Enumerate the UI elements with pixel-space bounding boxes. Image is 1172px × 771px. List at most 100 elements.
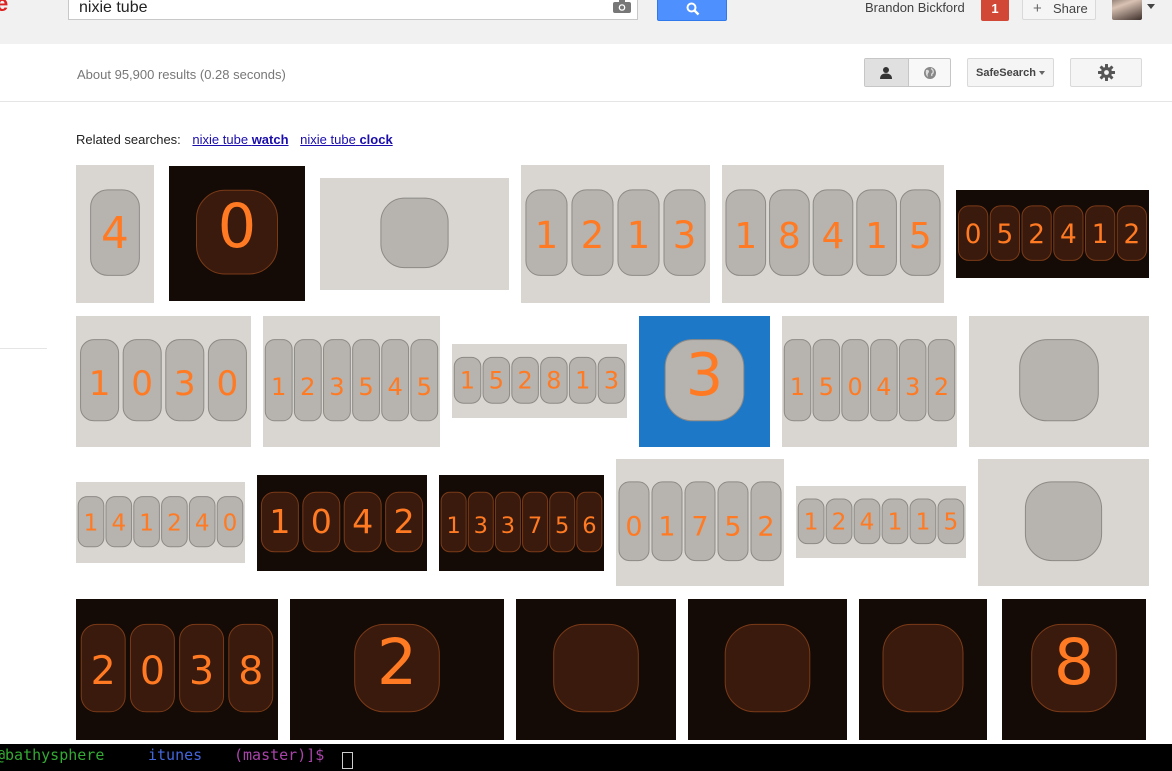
image-result[interactable]: 2 [290, 599, 504, 740]
image-result[interactable]: 8 [1002, 599, 1146, 740]
nixie-digit: 1 [865, 216, 888, 257]
globe-icon [924, 67, 936, 79]
personal-results-toggle [864, 58, 951, 87]
plus-icon: + [1033, 0, 1042, 17]
image-result[interactable]: 4 [76, 165, 154, 303]
share-label: Share [1053, 1, 1088, 16]
image-result[interactable]: 124115 [796, 486, 966, 558]
chevron-down-icon [1039, 71, 1045, 75]
nixie-digit: 8 [238, 648, 263, 694]
nixie-digit: 1 [269, 502, 290, 541]
terminal-branch: (master)]$ [234, 746, 325, 764]
image-thumbnail: 152813 [452, 344, 627, 418]
nixie-digit: 3 [174, 364, 196, 404]
nixie-digit: 5 [909, 216, 932, 257]
nixie-digit: 1 [271, 373, 286, 401]
safesearch-dropdown[interactable]: SafeSearch [967, 58, 1054, 87]
nixie-digit: 0 [311, 502, 332, 541]
image-thumbnail: 2038 [76, 599, 278, 740]
image-result[interactable]: 1030 [76, 316, 251, 447]
google-logo[interactable]: e [0, 0, 8, 15]
nixie-digit: 8 [1054, 625, 1094, 699]
nixie-digit: 1 [139, 511, 154, 537]
image-result[interactable] [978, 459, 1149, 586]
personal-results-button[interactable] [865, 59, 909, 86]
image-result[interactable] [516, 599, 676, 740]
image-thumbnail: 052412 [956, 190, 1149, 278]
image-result[interactable]: 152813 [452, 344, 627, 418]
related-link-bold: clock [359, 132, 393, 147]
image-thumbnail [859, 599, 987, 740]
image-result[interactable]: 01752 [616, 459, 784, 586]
image-result[interactable]: 18415 [722, 165, 944, 303]
image-thumbnail: 8 [1002, 599, 1146, 740]
nixie-digit: 6 [582, 513, 596, 539]
nixie-digit: 1 [888, 508, 903, 535]
settings-button[interactable] [1070, 58, 1142, 87]
nixie-digit: 1 [89, 364, 111, 404]
nixie-digit: 1 [446, 513, 460, 539]
chevron-down-icon[interactable] [1147, 4, 1155, 9]
nixie-digit: 1 [1092, 220, 1109, 250]
image-result[interactable]: 0 [169, 166, 305, 301]
nixie-digit: 1 [460, 367, 475, 395]
nixie-digit: 4 [822, 216, 845, 257]
nixie-digit: 4 [387, 373, 402, 401]
image-result[interactable]: 141240 [76, 482, 245, 563]
world-results-button[interactable] [909, 59, 950, 86]
image-result[interactable]: 1213 [521, 165, 710, 303]
nixie-digit: 5 [489, 367, 504, 395]
nixie-digit: 7 [691, 511, 708, 542]
nixie-digit: 2 [167, 511, 182, 537]
nixie-digit: 0 [848, 373, 863, 401]
image-result[interactable] [969, 316, 1149, 447]
nixie-digit: 3 [501, 513, 515, 539]
camera-icon[interactable] [613, 0, 631, 13]
nixie-digit: 4 [352, 502, 373, 541]
search-button[interactable] [657, 0, 727, 21]
image-thumbnail: 4 [76, 165, 154, 303]
nixie-digit: 4 [876, 373, 891, 401]
related-link-clock[interactable]: nixie tube clock [300, 132, 393, 147]
image-result[interactable]: 2038 [76, 599, 278, 740]
account-name[interactable]: Brandon Bickford [865, 0, 965, 15]
related-link-watch[interactable]: nixie tube watch [192, 132, 288, 147]
nixie-digit: 4 [111, 511, 126, 537]
person-icon [880, 67, 892, 79]
image-result[interactable]: 133756 [439, 475, 604, 571]
image-thumbnail [516, 599, 676, 740]
terminal-host: @bathysphere [0, 746, 105, 764]
nixie-digit: 8 [778, 216, 801, 257]
nixie-digit: 5 [997, 220, 1014, 250]
avatar[interactable] [1112, 0, 1142, 20]
nixie-digit: 2 [581, 214, 605, 257]
image-thumbnail: 150432 [782, 316, 957, 447]
nixie-digit: 4 [195, 511, 210, 537]
image-result[interactable]: 052412 [956, 190, 1149, 278]
nixie-digit: 2 [934, 373, 949, 401]
nixie-digit: 0 [217, 364, 239, 404]
image-thumbnail: 3 [639, 316, 770, 447]
notification-badge[interactable]: 1 [981, 0, 1009, 21]
image-result[interactable] [320, 178, 509, 290]
image-result[interactable]: 1042 [257, 475, 427, 571]
image-result[interactable]: 150432 [782, 316, 957, 447]
nixie-digit: 2 [91, 648, 116, 694]
search-input[interactable]: nixie tube [68, 0, 638, 20]
nixie-digit: 2 [1028, 220, 1045, 250]
image-result[interactable]: 123545 [263, 316, 440, 447]
nixie-digit: 1 [916, 508, 931, 535]
nixie-digit: 5 [724, 511, 741, 542]
nixie-digit: 0 [131, 364, 153, 404]
safesearch-label: SafeSearch [976, 67, 1036, 79]
image-result[interactable]: 3 [639, 316, 770, 447]
image-result[interactable] [859, 599, 987, 740]
image-thumbnail: 1213 [521, 165, 710, 303]
related-searches-label: Related searches: [76, 132, 181, 147]
related-link-base: nixie tube [300, 132, 356, 147]
nixie-digit: 2 [757, 511, 774, 542]
share-button[interactable]: + Share [1022, 0, 1096, 20]
nixie-digit: 2 [377, 625, 417, 699]
image-result[interactable] [688, 599, 847, 740]
search-query[interactable]: nixie tube [79, 0, 148, 17]
